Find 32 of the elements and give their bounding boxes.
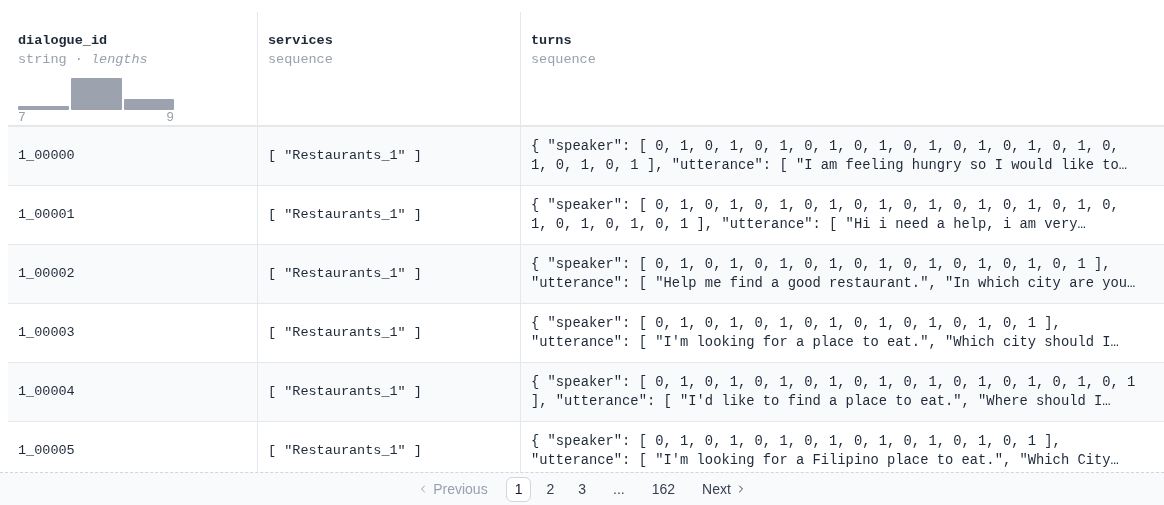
table-cell-text: 1_00002	[18, 264, 75, 283]
table-cell-text: { "speaker": [ 0, 1, 0, 1, 0, 1, 0, 1, 0, 1, 0, 1, 0, 1, 0, 1 ], "utterance": [ "I'm looking for a place to eat.", "Which city should I…	[531, 315, 1119, 352]
table-cell-text: [ "Restaurants_1" ]	[268, 441, 422, 460]
table-cell-text: 1_00004	[18, 382, 75, 401]
next-button[interactable]: Next	[690, 476, 759, 502]
table-cell-text: { "speaker": [ 0, 1, 0, 1, 0, 1, 0, 1, 0, 1, 0, 1, 0, 1, 0, 1, 0, 1, 0, 1 ], "utterance": [ "I'd like to find a place to eat.", "Where should I…	[531, 374, 1136, 411]
page-button[interactable]: 2	[537, 476, 564, 502]
table-cell-text: [ "Restaurants_1" ]	[268, 264, 422, 283]
table-cell-text: 1_00001	[18, 205, 75, 224]
column-name: services	[268, 32, 334, 50]
column-type: sequence	[268, 51, 334, 69]
histogram-max-label: 9	[166, 110, 174, 126]
table-cell-text: 1_00000	[18, 146, 75, 165]
table-cell-text: [ "Restaurants_1" ]	[268, 146, 422, 165]
column-name: turns	[531, 32, 573, 50]
table-cell-text: { "speaker": [ 0, 1, 0, 1, 0, 1, 0, 1, 0, 1, 0, 1, 0, 1, 0, 1, 0, 1, 0, 1, 0, 1, 0, 1, 0, 1 ], "utterance": [ "Hi i need a help, i am very…	[531, 197, 1119, 234]
histogram-min-label: 7	[18, 110, 26, 126]
table-cell-text: 1_00005	[18, 441, 75, 460]
page-ellipsis: ...	[612, 479, 626, 499]
column-type: string · lengths	[18, 51, 149, 69]
column-type: sequence	[531, 51, 597, 69]
page-button[interactable]: 162	[642, 476, 685, 502]
table-cell-text: { "speaker": [ 0, 1, 0, 1, 0, 1, 0, 1, 0, 1, 0, 1, 0, 1, 0, 1, 0, 1 ], "utterance": [ "Help me find a good restaurant.", "In which city are you…	[531, 256, 1136, 293]
table-cell-text: [ "Restaurants_1" ]	[268, 323, 422, 342]
table-cell-text: [ "Restaurants_1" ]	[268, 382, 422, 401]
page-button[interactable]: 1	[505, 476, 532, 502]
table-cell-text: { "speaker": [ 0, 1, 0, 1, 0, 1, 0, 1, 0, 1, 0, 1, 0, 1, 0, 1 ], "utterance": [ "I'm looking for a Filipino place to eat.", "Which City…	[531, 433, 1119, 470]
table-cell-text: [ "Restaurants_1" ]	[268, 205, 422, 224]
page-button[interactable]: 3	[569, 476, 595, 502]
column-name: dialogue_id	[18, 32, 109, 50]
table-cell-text: { "speaker": [ 0, 1, 0, 1, 0, 1, 0, 1, 0, 1, 0, 1, 0, 1, 0, 1, 0, 1, 0, 1, 0, 1, 0, 1 ], "utterance": [ "I am feeling hungry so I would like to…	[531, 138, 1128, 175]
table-cell-text: 1_00003	[18, 323, 75, 342]
